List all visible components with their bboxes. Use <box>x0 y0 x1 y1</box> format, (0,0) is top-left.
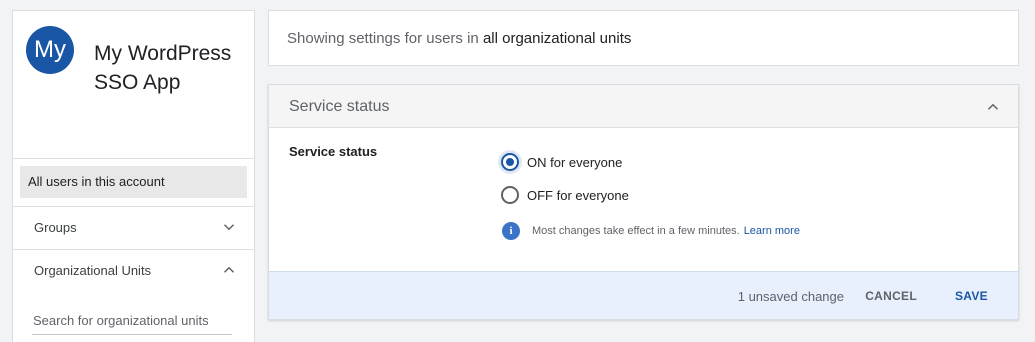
groups-section[interactable]: Groups <box>13 206 254 249</box>
chevron-up-icon[interactable] <box>220 261 238 279</box>
unsaved-changes-bar: 1 unsaved change CANCEL SAVE <box>269 271 1018 319</box>
service-status-header[interactable]: Service status <box>269 85 1018 128</box>
info-icon: i <box>502 222 520 240</box>
chevron-up-icon[interactable] <box>984 98 1002 116</box>
info-note-text: Most changes take effect in a few minute… <box>532 225 740 237</box>
unsaved-change-count: 1 unsaved change <box>737 289 844 304</box>
learn-more-link[interactable]: Learn more <box>744 225 800 237</box>
app-header: My My WordPress SSO App <box>13 11 254 159</box>
info-note: i Most changes take effect in a few minu… <box>502 222 800 240</box>
radio-unselected-icon[interactable] <box>501 186 519 204</box>
radio-on-for-everyone[interactable]: ON for everyone <box>501 151 622 173</box>
radio-selected-icon[interactable] <box>501 153 519 171</box>
service-status-card: Service status Service status ON for eve… <box>268 84 1019 320</box>
left-panel: My My WordPress SSO App All users in thi… <box>12 10 255 342</box>
scope-info-card: Showing settings for users in all organi… <box>268 10 1019 66</box>
ou-search-input[interactable] <box>32 307 232 335</box>
save-button[interactable]: SAVE <box>955 289 988 303</box>
radio-on-label: ON for everyone <box>527 154 623 170</box>
service-status-title: Service status <box>289 98 390 115</box>
groups-label: Groups <box>34 220 77 235</box>
app-root: My My WordPress SSO App All users in thi… <box>0 0 1035 342</box>
service-status-label: Service status <box>289 144 378 159</box>
scope-value: all organizational units <box>482 30 632 47</box>
radio-off-for-everyone[interactable]: OFF for everyone <box>501 184 629 206</box>
app-avatar: My <box>26 26 74 74</box>
app-name: My WordPress SSO App <box>94 42 232 94</box>
organizational-units-section[interactable]: Organizational Units <box>13 249 254 292</box>
radio-off-label: OFF for everyone <box>527 187 629 203</box>
scope-prefix: Showing settings for users in <box>287 30 479 47</box>
organizational-units-label: Organizational Units <box>34 263 152 278</box>
chevron-down-icon[interactable] <box>220 218 238 236</box>
cancel-button[interactable]: CANCEL <box>865 289 917 303</box>
all-users-item[interactable]: All users in this account <box>20 166 247 198</box>
